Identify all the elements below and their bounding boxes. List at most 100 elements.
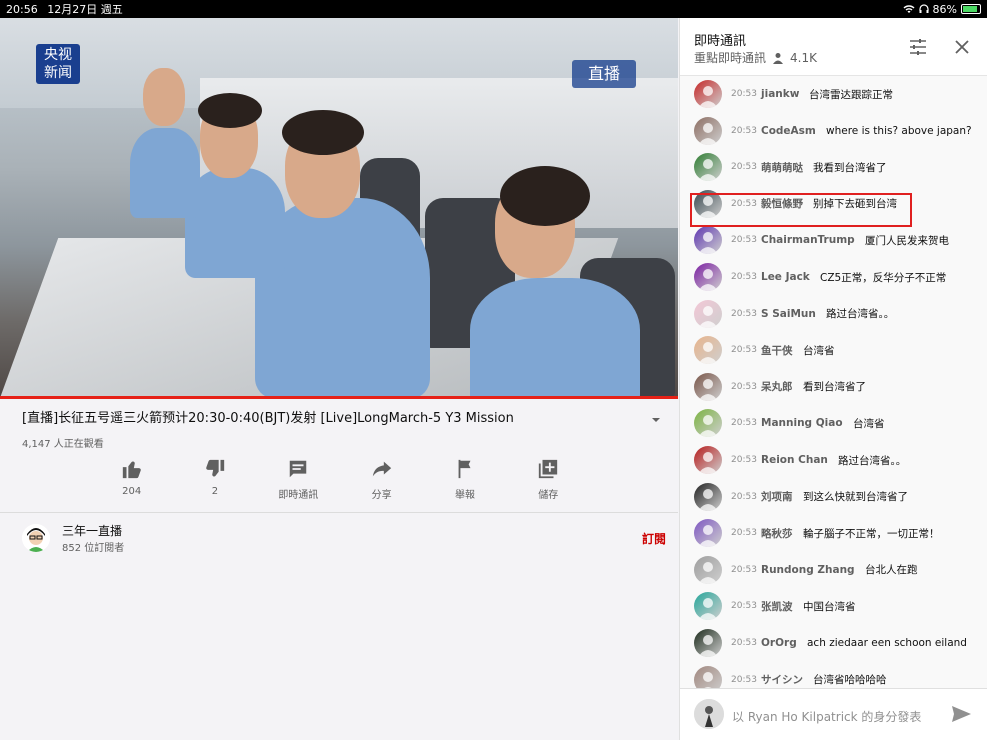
chat-message[interactable]: 20:53 张凯波 中国台湾省: [680, 588, 987, 624]
chat-author-avatar[interactable]: [694, 336, 722, 365]
chat-input[interactable]: 以 Ryan Ho Kilpatrick 的身分發表: [732, 708, 921, 725]
chat-message-time: 20:53: [731, 418, 757, 429]
send-icon[interactable]: [950, 703, 972, 725]
battery-icon: [961, 4, 981, 14]
share-button[interactable]: 分享: [340, 458, 423, 504]
chat-author-avatar[interactable]: [694, 482, 722, 511]
report-button[interactable]: 舉報: [423, 458, 506, 504]
chat-message[interactable]: 20:53 S SaiMun 路过台湾省。。: [680, 296, 987, 332]
chat-message[interactable]: 20:53 萌萌萌哒 我看到台湾省了: [680, 149, 987, 185]
chat-message-author[interactable]: 张凯波: [761, 599, 793, 614]
chat-message-text: 台北人在跑: [865, 564, 918, 577]
chat-message-text: CZ5正常，反华分子不正常: [820, 271, 947, 284]
video-person: [282, 110, 364, 155]
chat-message[interactable]: 20:53 ChairmanTrump 厦门人民发来贺电: [680, 222, 987, 258]
close-icon[interactable]: [952, 37, 972, 57]
chat-message-author[interactable]: サイシン: [761, 672, 803, 687]
chat-message[interactable]: 20:53 CodeAsm where is this? above japan?: [680, 113, 987, 149]
chat-message-author[interactable]: OrOrg: [761, 637, 797, 649]
video-player[interactable]: 央视 新闻 直播: [0, 18, 678, 398]
chat-author-avatar[interactable]: [694, 555, 722, 584]
like-button[interactable]: 204: [90, 458, 173, 504]
chat-message[interactable]: 20:53 刘项南 到这么快就到台湾省了: [680, 479, 987, 515]
chat-message-author[interactable]: Reion Chan: [761, 454, 828, 466]
chat-message-list[interactable]: 20:53 jiankw 台湾雷达跟踪正常 20:53 CodeAsm where is …: [680, 76, 987, 692]
channel-avatar[interactable]: [22, 524, 50, 552]
channel-avatar-image: [22, 524, 50, 552]
live-badge: 直播: [572, 60, 636, 88]
save-button[interactable]: 儲存: [507, 458, 590, 504]
chat-author-avatar[interactable]: [694, 409, 722, 438]
chat-message-time: 20:53: [731, 345, 757, 356]
chat-author-avatar[interactable]: [694, 116, 722, 145]
subscribe-button[interactable]: 訂閱: [642, 530, 666, 547]
chat-message[interactable]: 20:53 Manning Qiao 台湾省: [680, 405, 987, 441]
person-icon: [773, 52, 784, 64]
chat-message[interactable]: 20:53 鱼干侠 台湾省: [680, 332, 987, 368]
live-chat-panel: 即時通訊 重點即時通訊 4.1K 20:53 jiankw 台湾雷达跟踪正常 20:5…: [679, 18, 987, 740]
chat-message-author[interactable]: CodeAsm: [761, 125, 816, 137]
chat-message-author[interactable]: Manning Qiao: [761, 417, 843, 429]
chat-message[interactable]: 20:53 略秋莎 輪子腦子不正常，一切正常！: [680, 515, 987, 551]
chat-icon: [290, 460, 307, 478]
chat-message-time: 20:53: [731, 308, 757, 319]
chat-message-author[interactable]: ChairmanTrump: [761, 234, 855, 246]
chat-message-author[interactable]: 略秋莎: [761, 526, 793, 541]
dislike-count: 2: [211, 486, 219, 497]
share-label: 分享: [371, 490, 392, 501]
chat-author-avatar[interactable]: [694, 372, 722, 401]
battery-percent: 86%: [932, 2, 957, 16]
chat-message[interactable]: 20:53 Lee Jack CZ5正常，反华分子不正常: [680, 259, 987, 295]
share-icon: [372, 461, 391, 477]
chat-message[interactable]: 20:53 Reion Chan 路过台湾省。。: [680, 442, 987, 478]
chat-message[interactable]: 20:53 OrOrg ach ziedaar een schoon eiland: [680, 625, 987, 661]
chat-message-author[interactable]: Rundong Zhang: [761, 564, 855, 576]
filter-settings-icon[interactable]: [908, 37, 928, 57]
channel-row: 三年一直播 852 位訂閱者 訂閱: [22, 522, 672, 554]
chat-author-avatar[interactable]: [694, 299, 722, 328]
chat-author-avatar[interactable]: [694, 629, 722, 657]
chat-message-author[interactable]: 萌萌萌哒: [761, 160, 803, 175]
chat-message-text: 路过台湾省。。: [838, 454, 907, 467]
chat-message-author[interactable]: S SaiMun: [761, 308, 816, 320]
video-person: [143, 68, 185, 126]
video-person: [198, 93, 262, 128]
cctv-logo-line1: 央视: [44, 47, 72, 63]
status-time: 20:56: [6, 3, 38, 16]
chat-message-author[interactable]: 鱼干侠: [761, 343, 793, 358]
chat-author-avatar[interactable]: [694, 592, 722, 621]
like-count: 204: [122, 486, 142, 497]
chat-author-avatar[interactable]: [694, 446, 722, 474]
chat-author-avatar[interactable]: [694, 153, 722, 182]
chat-message-time: 20:53: [731, 235, 757, 246]
battery-fill: [963, 6, 977, 12]
chat-message-time: 20:53: [731, 381, 757, 392]
dislike-button[interactable]: 2: [173, 458, 256, 504]
chat-message-text: 路过台湾省。。: [826, 308, 895, 321]
chat-message[interactable]: 20:53 jiankw 台湾雷达跟踪正常: [680, 76, 987, 112]
chat-message-author[interactable]: jiankw: [761, 88, 799, 100]
chat-author-avatar[interactable]: [694, 226, 722, 255]
chat-message-author[interactable]: Lee Jack: [761, 271, 810, 283]
video-title: [直播]长征五号遥三火箭预计20:30-0:40(BJT)发射 [Live]Lo…: [22, 411, 514, 426]
status-bar: 20:56 12月27日 週五 86%: [0, 0, 987, 18]
chat-header: 即時通訊 重點即時通訊 4.1K: [680, 18, 987, 76]
chat-message[interactable]: 20:53 Rundong Zhang 台北人在跑: [680, 552, 987, 588]
video-progress-bar[interactable]: [0, 396, 678, 399]
live-chat-button[interactable]: 即時通訊: [257, 458, 340, 504]
chat-mode-selector[interactable]: 重點即時通訊 4.1K: [694, 49, 817, 66]
user-avatar-image: [694, 699, 724, 729]
expand-chevron-icon[interactable]: [650, 414, 662, 426]
action-bar: 204 2 即時通訊 分享 舉報 儲存: [90, 458, 590, 504]
chat-author-avatar[interactable]: [694, 263, 722, 291]
chat-message-author[interactable]: 呆丸郎: [761, 379, 793, 394]
chat-author-avatar[interactable]: [694, 519, 722, 548]
cctv-logo-line2: 新闻: [44, 65, 72, 81]
chat-message-author[interactable]: 刘项南: [761, 489, 793, 504]
save-label: 儲存: [538, 490, 559, 501]
chat-message[interactable]: 20:53 呆丸郎 看到台湾省了: [680, 369, 987, 405]
chat-message-time: 20:53: [731, 638, 757, 648]
chat-author-avatar[interactable]: [694, 80, 722, 108]
chat-message-time: 20:53: [731, 162, 757, 173]
channel-name[interactable]: 三年一直播: [62, 522, 122, 539]
